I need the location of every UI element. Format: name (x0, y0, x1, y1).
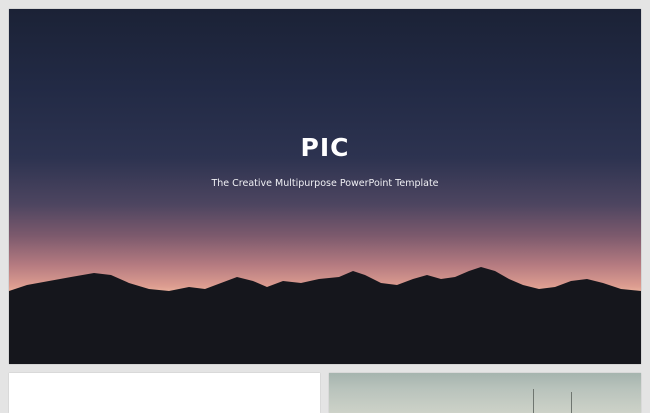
boat-mast (533, 389, 534, 413)
slide-thumbnail-2[interactable] (9, 373, 320, 413)
slide-main: PIC The Creative Multipurpose PowerPoint… (9, 9, 641, 364)
slide-subtitle: The Creative Multipurpose PowerPoint Tem… (211, 178, 439, 189)
slide-title: PIC (300, 133, 350, 162)
slide-thumbnail-3[interactable] (329, 373, 641, 413)
